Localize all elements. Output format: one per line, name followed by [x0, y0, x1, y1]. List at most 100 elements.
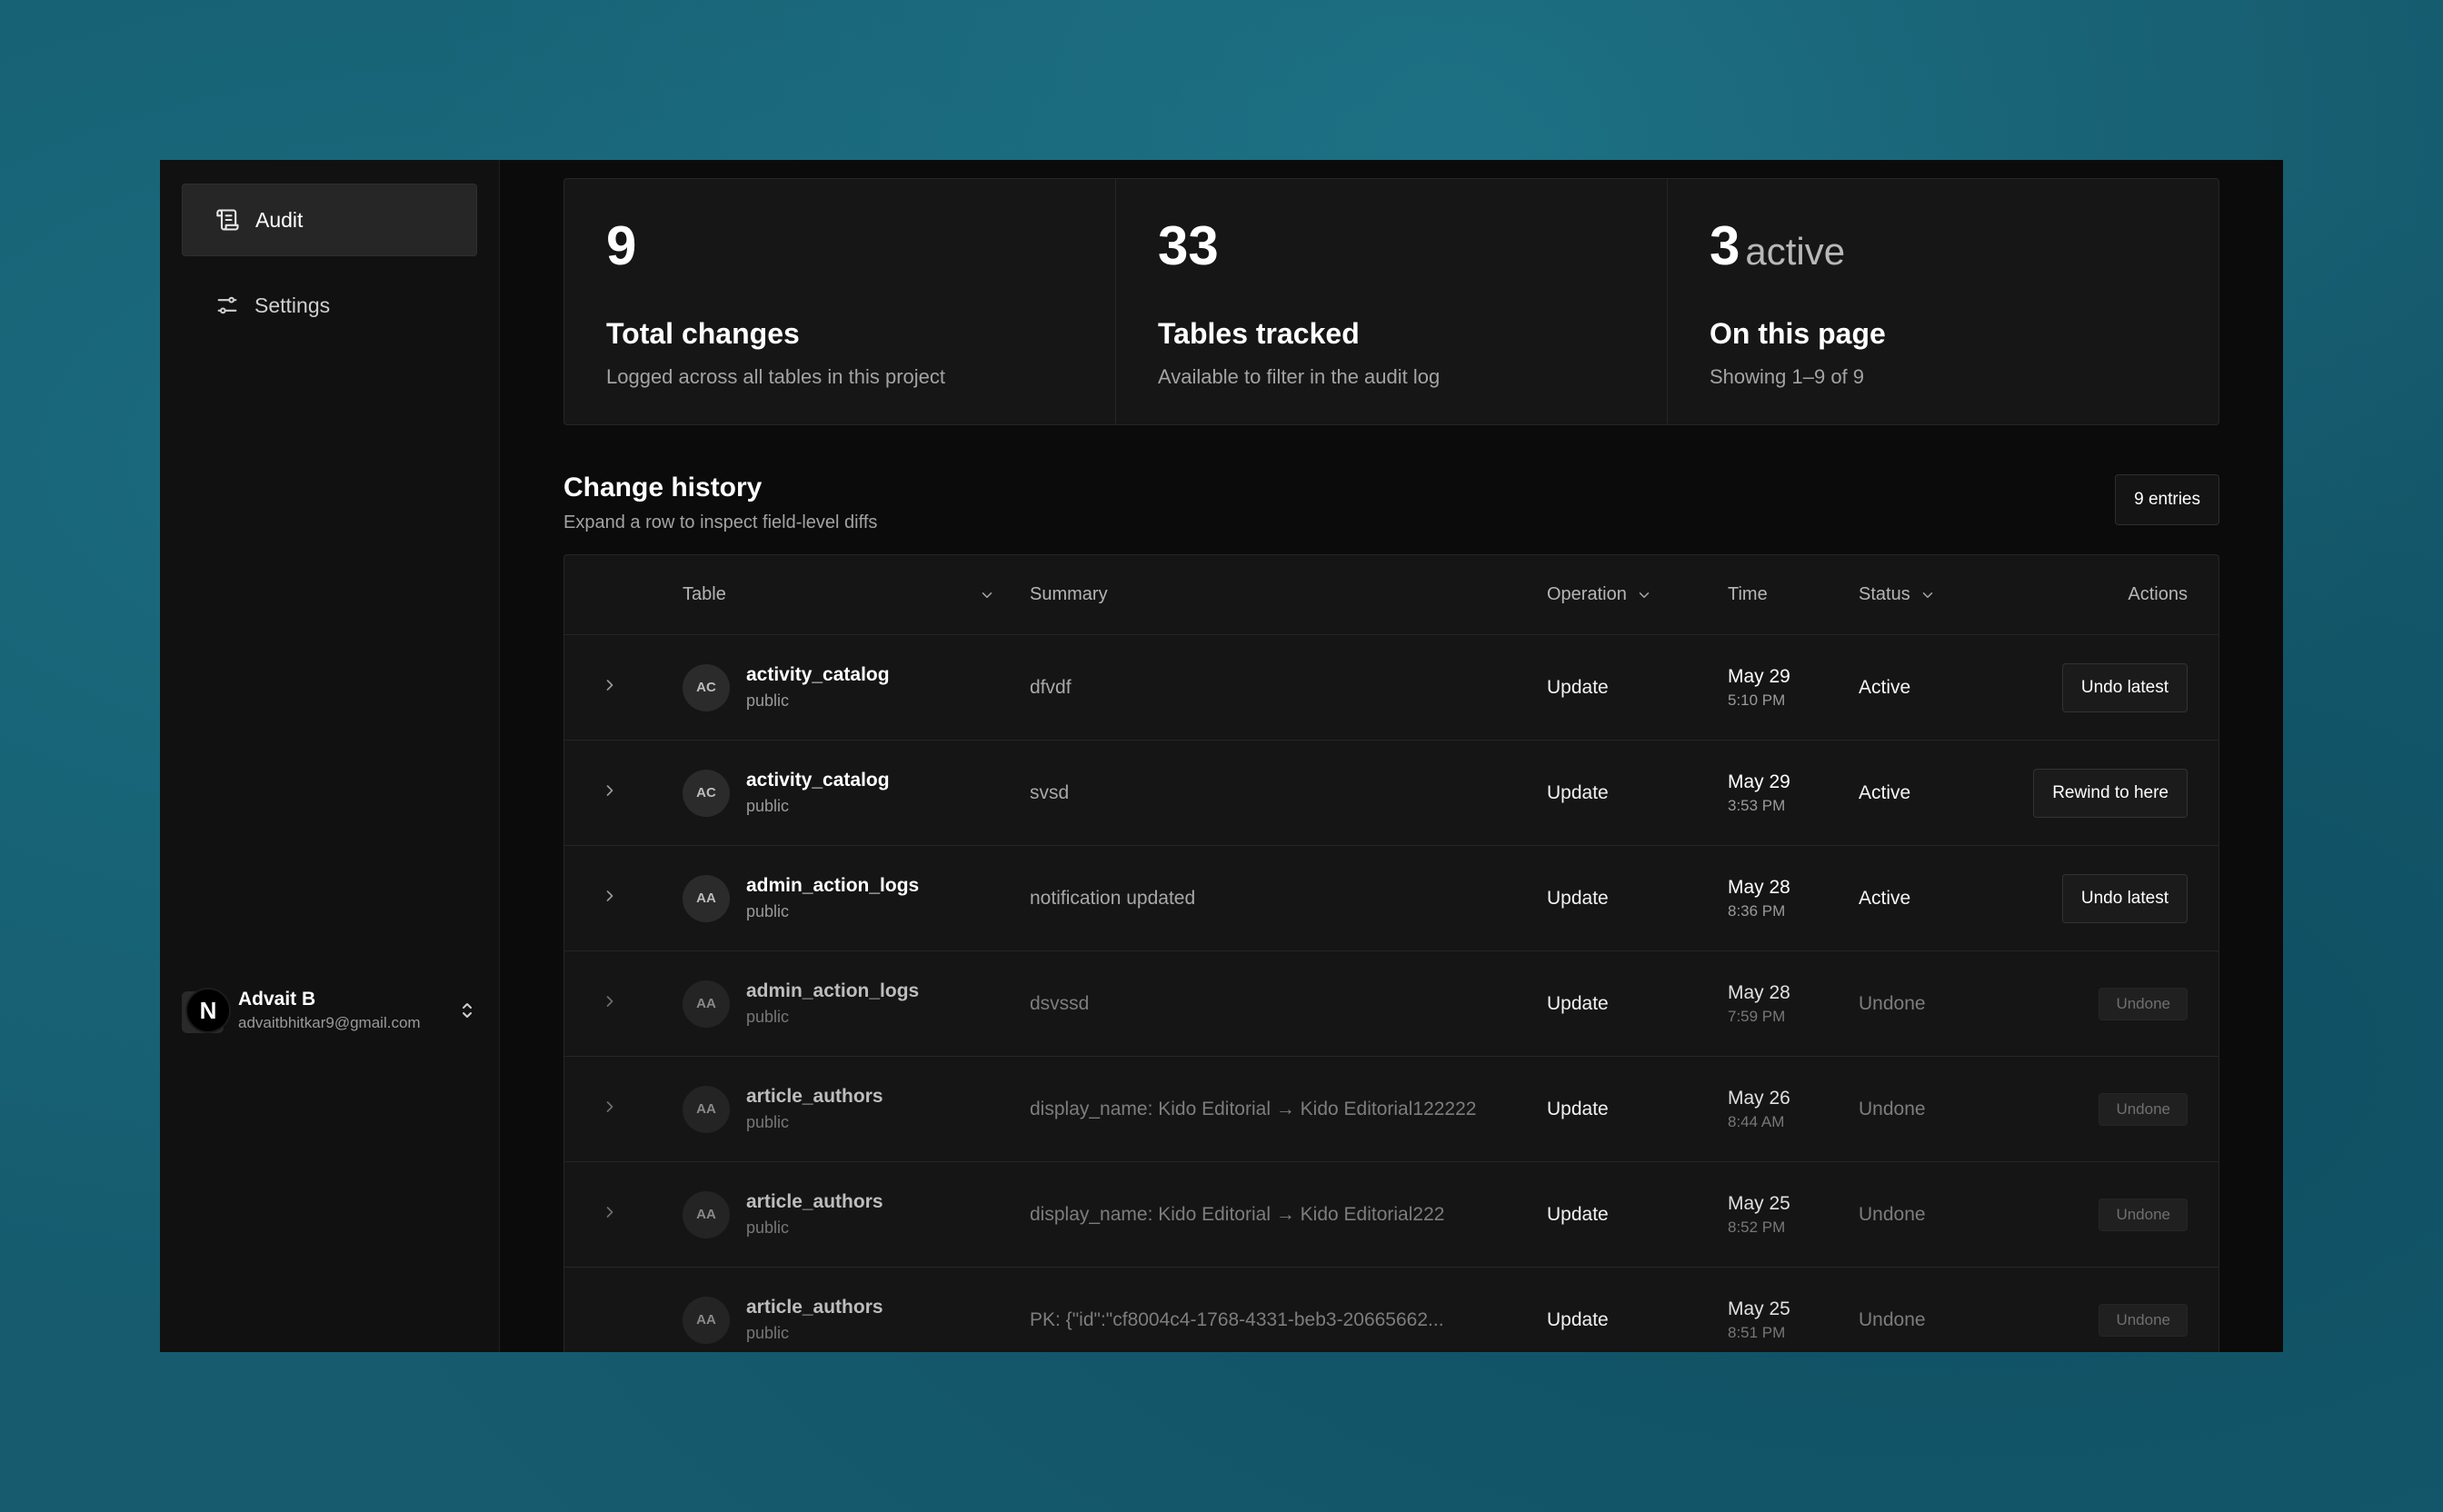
- row-time: 8:52 PM: [1728, 1218, 1786, 1236]
- row-time: 8:51 PM: [1728, 1323, 1786, 1341]
- column-header-actions: Actions: [2128, 584, 2188, 604]
- status-badge: Active: [1859, 887, 1911, 909]
- column-label: Operation: [1547, 584, 1627, 604]
- column-header-status[interactable]: Status: [1859, 584, 1995, 605]
- chevrons-up-down-icon[interactable]: [456, 1000, 478, 1021]
- table-row[interactable]: AC activity_catalog public svsd Update Ma…: [564, 741, 2219, 846]
- row-summary: PK: {"id":"cf8004c4-1768-4331-beb3-20665…: [1030, 1308, 1444, 1330]
- table-name: activity_catalog: [746, 664, 890, 685]
- stat-value: 9: [606, 215, 637, 276]
- row-date: May 28: [1728, 981, 1790, 1003]
- row-summary: notification updated: [1030, 887, 1196, 909]
- undo-latest-button[interactable]: Undo latest: [2061, 662, 2188, 712]
- main-content: 9 Total changes Logged across all tables…: [500, 160, 2283, 1352]
- column-label: Status: [1859, 584, 1910, 604]
- sidebar-item-settings[interactable]: Settings: [182, 269, 477, 342]
- history-header: Change history Expand a row to inspect f…: [563, 472, 2219, 554]
- row-time: 8:44 AM: [1728, 1112, 1785, 1130]
- row-operation: Update: [1547, 781, 1609, 803]
- chevron-right-icon[interactable]: [601, 992, 619, 1010]
- table-row[interactable]: AA admin_action_logs public dsvssd Update…: [564, 951, 2219, 1057]
- column-label: Table: [683, 584, 726, 604]
- sliders-icon: [214, 293, 240, 318]
- row-date: May 25: [1728, 1298, 1790, 1319]
- sidebar-item-label: Audit: [255, 207, 304, 232]
- stat-suffix: active: [1745, 230, 1846, 273]
- table-schema: public: [746, 691, 790, 710]
- column-header-table[interactable]: Table: [683, 584, 1030, 605]
- table-row[interactable]: AA admin_action_logs public notification …: [564, 846, 2219, 951]
- stat-total-changes: 9 Total changes Logged across all tables…: [564, 179, 1116, 424]
- status-badge: Active: [1859, 781, 1911, 803]
- undo-latest-button[interactable]: Undo latest: [2061, 873, 2188, 923]
- column-header-summary: Summary: [1030, 584, 1108, 604]
- row-date: May 28: [1728, 876, 1790, 898]
- user-menu[interactable]: N Advait B advaitbhitkar9@gmail.com: [182, 981, 478, 1040]
- row-date: May 29: [1728, 771, 1790, 792]
- row-time: 5:10 PM: [1728, 691, 1786, 709]
- chevron-right-icon[interactable]: [601, 676, 619, 694]
- row-summary: display_name: Kido Editorial → Kido Edit…: [1030, 1203, 1445, 1225]
- table-avatar: AC: [683, 663, 730, 711]
- undone-button: Undone: [2099, 1303, 2188, 1337]
- table-name: admin_action_logs: [746, 980, 920, 1001]
- scroll-icon: [215, 207, 241, 233]
- row-time: 7:59 PM: [1728, 1007, 1786, 1025]
- table-name: admin_action_logs: [746, 875, 920, 896]
- stats-panel: 9 Total changes Logged across all tables…: [563, 178, 2219, 425]
- stat-title: Total changes: [606, 317, 800, 350]
- status-badge: Undone: [1859, 1203, 1926, 1225]
- user-email: advaitbhitkar9@gmail.com: [238, 1014, 421, 1031]
- row-operation: Update: [1547, 887, 1609, 909]
- table-avatar: AA: [683, 874, 730, 922]
- sidebar-item-label: Settings: [254, 293, 331, 317]
- avatar: N: [182, 986, 231, 1035]
- stat-title: On this page: [1710, 317, 1886, 350]
- table-schema: public: [746, 1219, 790, 1237]
- row-summary: svsd: [1030, 781, 1070, 803]
- stat-title: Tables tracked: [1158, 317, 1360, 350]
- table-name: article_authors: [746, 1086, 883, 1107]
- row-time: 8:36 PM: [1728, 901, 1786, 920]
- chevron-right-icon[interactable]: [601, 781, 619, 800]
- chevron-down-icon: [1920, 587, 1936, 603]
- rewind-to-here-button[interactable]: Rewind to here: [2033, 768, 2188, 818]
- row-operation: Update: [1547, 992, 1609, 1014]
- row-summary: dfvdf: [1030, 676, 1072, 698]
- chevron-right-icon[interactable]: [601, 1098, 619, 1116]
- status-badge: Undone: [1859, 1308, 1926, 1330]
- chevron-right-icon[interactable]: [601, 1203, 619, 1221]
- undone-button: Undone: [2099, 987, 2188, 1020]
- table-row[interactable]: AA article_authors public display_name: K…: [564, 1162, 2219, 1268]
- column-header-operation[interactable]: Operation: [1547, 584, 1728, 605]
- row-date: May 25: [1728, 1192, 1790, 1214]
- stat-description: Showing 1–9 of 9: [1710, 365, 1865, 388]
- row-summary: display_name: Kido Editorial → Kido Edit…: [1030, 1098, 1477, 1119]
- change-history-table: Table Summary Operation Time Status Acti…: [563, 554, 2219, 1352]
- table-row[interactable]: AA article_authors public PK: {"id":"cf80…: [564, 1268, 2219, 1352]
- table-row[interactable]: AC activity_catalog public dfvdf Update M…: [564, 635, 2219, 741]
- user-name: Advait B: [238, 989, 316, 1010]
- table-header-row: Table Summary Operation Time Status Acti…: [564, 555, 2219, 635]
- chevron-right-icon[interactable]: [601, 887, 619, 905]
- table-schema: public: [746, 1324, 790, 1342]
- section-subtitle: Expand a row to inspect field-level diff…: [563, 512, 878, 532]
- stat-value: 3: [1710, 215, 1740, 276]
- table-row[interactable]: AA article_authorspublic display_name: K…: [564, 1057, 2219, 1162]
- undone-button: Undone: [2099, 1092, 2188, 1126]
- sidebar-item-audit[interactable]: Audit: [182, 184, 477, 256]
- table-avatar: AA: [683, 1085, 730, 1133]
- status-badge: Undone: [1859, 992, 1926, 1014]
- table-name: article_authors: [746, 1297, 883, 1318]
- stat-tables-tracked: 33 Tables tracked Available to filter in…: [1116, 179, 1668, 424]
- table-schema: public: [746, 1113, 790, 1131]
- stat-description: Logged across all tables in this project: [606, 365, 945, 388]
- status-badge: Active: [1859, 676, 1911, 698]
- column-header-time: Time: [1728, 584, 1768, 604]
- row-time: 3:53 PM: [1728, 796, 1786, 814]
- table-name: article_authors: [746, 1191, 883, 1212]
- undone-button: Undone: [2099, 1198, 2188, 1231]
- stat-description: Available to filter in the audit log: [1158, 365, 1441, 388]
- table-avatar: AA: [683, 980, 730, 1028]
- chevron-down-icon: [979, 587, 995, 603]
